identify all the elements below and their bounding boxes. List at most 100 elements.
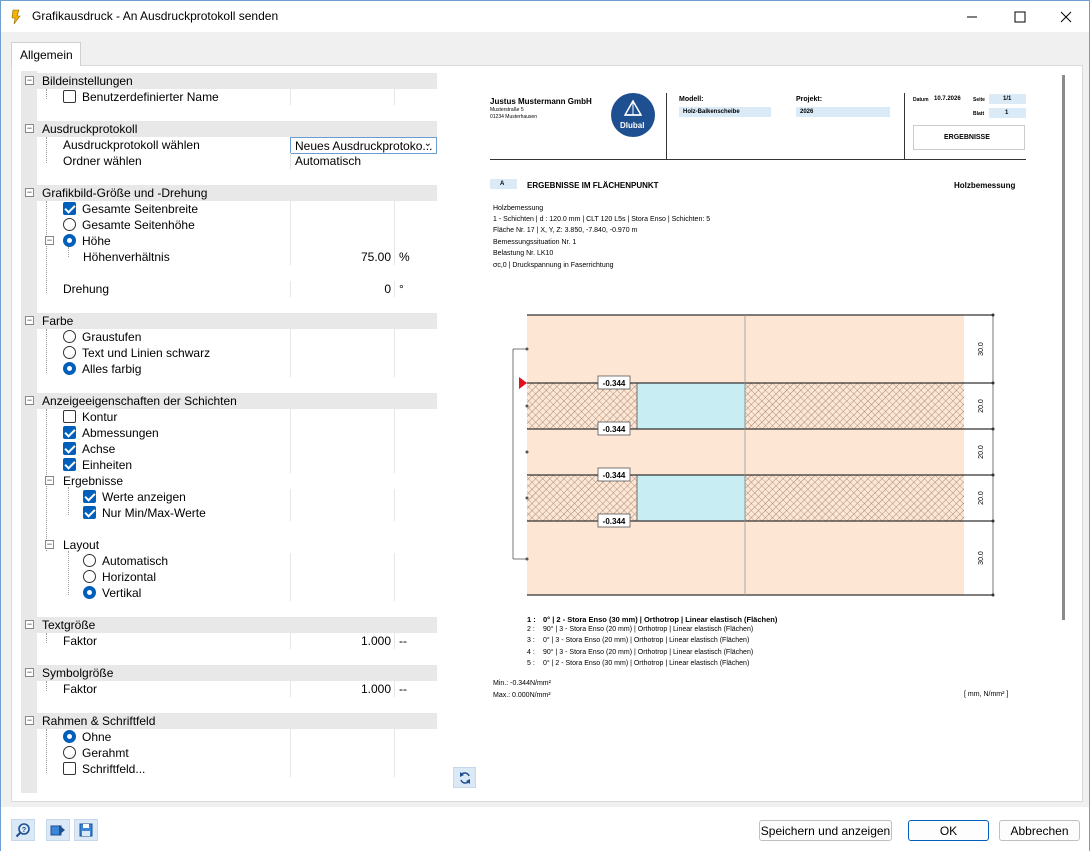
row-ohne[interactable]: Ohne: [21, 729, 437, 745]
rahmen-gerahmt-radio[interactable]: [63, 746, 76, 759]
row-graustufen[interactable]: Graustufen: [21, 329, 437, 345]
company-city: 01234 Musterhausen: [490, 114, 537, 120]
help-button[interactable]: ?: [11, 819, 35, 841]
collapse-icon[interactable]: −: [25, 316, 34, 325]
gesamte-seitenbreite-checkbox[interactable]: [63, 202, 76, 215]
alles-farbig-radio[interactable]: [63, 362, 76, 375]
schriftfeld-checkbox[interactable]: [63, 762, 76, 775]
row-einheiten[interactable]: Einheiten: [21, 457, 437, 473]
preview-scrollbar[interactable]: [1062, 75, 1065, 620]
graustufen-radio[interactable]: [63, 330, 76, 343]
row-nur-min-max[interactable]: Nur Min/Max-Werte: [21, 505, 437, 521]
collapse-icon[interactable]: −: [25, 716, 34, 725]
row-automatisch[interactable]: Automatisch: [21, 553, 437, 569]
group-bildeinstellungen[interactable]: − Bildeinstellungen: [21, 73, 437, 89]
row-text-linien-schwarz[interactable]: Text und Linien schwarz: [21, 345, 437, 361]
collapse-icon[interactable]: −: [25, 124, 34, 133]
collapse-icon[interactable]: −: [25, 620, 34, 629]
property-tree: − Bildeinstellungen Benutzerdefinierter …: [21, 71, 437, 793]
collapse-icon[interactable]: −: [45, 540, 54, 549]
dim-label-4: 20.0: [978, 491, 985, 505]
ok-button[interactable]: OK: [908, 820, 989, 841]
blatt-value: 1: [1005, 110, 1009, 116]
save-settings-button[interactable]: [74, 819, 98, 841]
collapse-icon[interactable]: −: [25, 396, 34, 405]
einheiten-checkbox[interactable]: [63, 458, 76, 471]
hoehe-radio[interactable]: [63, 234, 76, 247]
save-icon: [79, 823, 93, 837]
textgroesse-faktor-value[interactable]: 1.000: [361, 634, 391, 648]
close-icon: [1060, 11, 1072, 22]
seite-value: 1/1: [1003, 96, 1012, 102]
collapse-icon[interactable]: −: [45, 476, 54, 485]
collapse-icon[interactable]: −: [25, 76, 34, 85]
refresh-button[interactable]: [453, 767, 476, 788]
kontur-checkbox[interactable]: [63, 410, 76, 423]
minimize-button[interactable]: [949, 1, 995, 32]
row-symbolgroesse-faktor[interactable]: Faktor 1.000 --: [21, 681, 437, 697]
export-button[interactable]: [46, 819, 70, 841]
row-vertikal[interactable]: Vertikal: [21, 585, 437, 601]
nur-min-max-checkbox[interactable]: [83, 506, 96, 519]
svg-text:?: ?: [22, 827, 26, 834]
company-name: Justus Mustermann GmbH: [490, 97, 592, 106]
layout-horizontal-radio[interactable]: [83, 570, 96, 583]
dim-label-5: 30.0: [978, 551, 985, 565]
row-ergebnisse[interactable]: − Ergebnisse: [21, 473, 437, 489]
layer-diagram: -0.344 -0.344 -0.344 -0.344 30.0 20.0 20…: [512, 313, 995, 597]
collapse-icon[interactable]: −: [25, 188, 34, 197]
min-value: Min.: -0.344N/mm²: [493, 680, 551, 687]
save-and-show-button[interactable]: Speichern und anzeigen: [759, 820, 892, 841]
row-ausdruckprotokoll-waehlen[interactable]: Ausdruckprotokoll wählen Neues Ausdruckp…: [21, 137, 437, 154]
value-label-4: -0.344: [603, 517, 626, 526]
layout-vertikal-radio[interactable]: [83, 586, 96, 599]
group-textgroesse[interactable]: − Textgröße: [21, 617, 437, 633]
row-hoehenverhaeltnis[interactable]: Höhenverhältnis 75.00 %: [21, 249, 437, 265]
drehung-value[interactable]: 0: [384, 282, 391, 296]
row-gesamte-seitenhoehe[interactable]: Gesamte Seitenhöhe: [21, 217, 437, 233]
row-benutzerdefinierter-name[interactable]: Benutzerdefinierter Name: [21, 89, 437, 105]
row-abmessungen[interactable]: Abmessungen: [21, 425, 437, 441]
layout-automatisch-radio[interactable]: [83, 554, 96, 567]
group-symbolgroesse[interactable]: − Symbolgröße: [21, 665, 437, 681]
close-button[interactable]: [1043, 1, 1089, 32]
group-farbe[interactable]: − Farbe: [21, 313, 437, 329]
group-rahmen-schriftfeld[interactable]: − Rahmen & Schriftfeld: [21, 713, 437, 729]
group-anzeigeeigenschaften[interactable]: − Anzeigeeigenschaften der Schichten: [21, 393, 437, 409]
gesamte-seitenhoehe-radio[interactable]: [63, 218, 76, 231]
werte-anzeigen-checkbox[interactable]: [83, 490, 96, 503]
achse-checkbox[interactable]: [63, 442, 76, 455]
row-werte-anzeigen[interactable]: Werte anzeigen: [21, 489, 437, 505]
row-hoehe[interactable]: − Höhe: [21, 233, 437, 249]
ordner-value[interactable]: Automatisch: [295, 154, 361, 168]
row-ordner-waehlen[interactable]: Ordner wählen Automatisch: [21, 153, 437, 169]
row-textgroesse-faktor[interactable]: Faktor 1.000 --: [21, 633, 437, 649]
app-icon: [11, 9, 21, 25]
text-linien-schwarz-radio[interactable]: [63, 346, 76, 359]
hoehenverhaeltnis-value[interactable]: 75.00: [361, 250, 391, 264]
group-ausdruckprotokoll[interactable]: − Ausdruckprotokoll: [21, 121, 437, 137]
benutzerdefinierter-name-checkbox[interactable]: [63, 90, 76, 103]
row-horizontal[interactable]: Horizontal: [21, 569, 437, 585]
row-drehung[interactable]: Drehung 0 °: [21, 281, 437, 297]
tab-allgemein[interactable]: Allgemein: [11, 42, 81, 66]
symbolgroesse-faktor-value[interactable]: 1.000: [361, 682, 391, 696]
cancel-button[interactable]: Abbrechen: [999, 820, 1080, 841]
collapse-icon[interactable]: −: [45, 236, 54, 245]
row-kontur[interactable]: Kontur: [21, 409, 437, 425]
row-schriftfeld[interactable]: Schriftfeld...: [21, 761, 437, 777]
export-icon: [50, 825, 65, 836]
rahmen-ohne-radio[interactable]: [63, 730, 76, 743]
row-achse[interactable]: Achse: [21, 441, 437, 457]
projekt-value: 2026: [800, 109, 814, 115]
collapse-icon[interactable]: −: [25, 668, 34, 677]
row-gerahmt[interactable]: Gerahmt: [21, 745, 437, 761]
row-alles-farbig[interactable]: Alles farbig: [21, 361, 437, 377]
ausdruckprotokoll-dropdown[interactable]: Neues Ausdruckprotoko... ⌄: [290, 137, 437, 154]
row-layout[interactable]: − Layout: [21, 537, 437, 553]
maximize-button[interactable]: [997, 1, 1043, 32]
dlubal-logo: Dlubal: [611, 93, 655, 137]
abmessungen-checkbox[interactable]: [63, 426, 76, 439]
group-grafikbild-groesse[interactable]: − Grafikbild-Größe und -Drehung: [21, 185, 437, 201]
row-gesamte-seitenbreite[interactable]: Gesamte Seitenbreite: [21, 201, 437, 217]
